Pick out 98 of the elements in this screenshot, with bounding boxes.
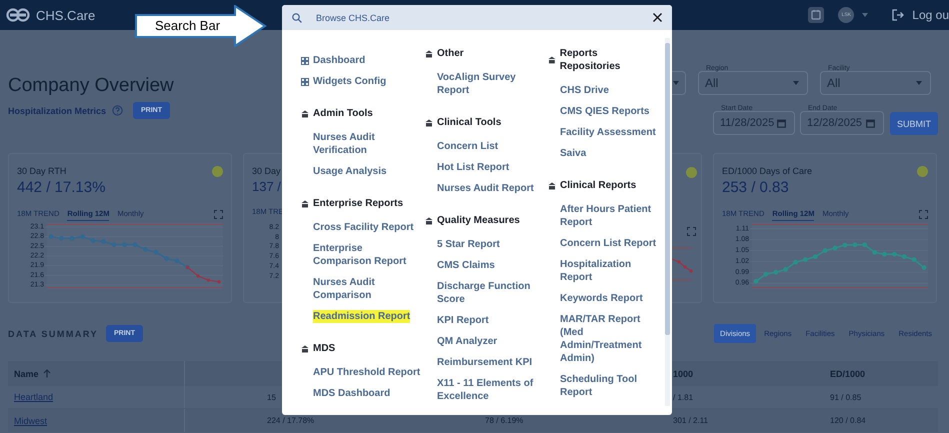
- menu-link[interactable]: Hot List Report: [437, 161, 510, 174]
- menu-heading: Enterprise Reports: [313, 197, 404, 210]
- menu-link[interactable]: Discharge Function Score: [437, 280, 542, 306]
- point: [217, 280, 221, 284]
- menu-link[interactable]: Concern List: [437, 140, 498, 153]
- point: [812, 254, 818, 260]
- card-title: ED/1000 Days of Care: [722, 166, 812, 176]
- table-cell: 78 / 6.19%: [485, 416, 524, 425]
- field-value: All: [827, 76, 842, 90]
- field-value: 12/28/2025: [807, 117, 864, 129]
- point: [892, 252, 897, 257]
- menu-link[interactable]: Hospitalization Report: [560, 258, 658, 284]
- point: [112, 242, 116, 248]
- app-name[interactable]: CHS.Care: [36, 8, 96, 22]
- table-cell: 120 / 0.84: [830, 416, 866, 425]
- menu-heading: MDS: [313, 342, 336, 355]
- card-value: 253 / 0.83: [722, 179, 790, 196]
- field-value: All: [705, 76, 720, 90]
- point: [143, 247, 148, 252]
- point: [902, 254, 907, 260]
- menu-link[interactable]: Reimbursement KPI: [437, 356, 532, 369]
- menu-link[interactable]: VocAlign Survey Report: [437, 71, 542, 97]
- table-cell: / 1.81: [673, 392, 694, 402]
- menu-link[interactable]: Nurses Audit Verification: [313, 131, 422, 157]
- point: [832, 246, 838, 250]
- card-title: 30 Day RTH: [17, 166, 68, 176]
- menu-link[interactable]: Cross Facility Report: [313, 221, 414, 234]
- field-value: 11/28/2025: [720, 117, 776, 129]
- menu-link[interactable]: Saiva: [560, 147, 586, 160]
- point: [132, 242, 138, 248]
- menu-link[interactable]: Scheduling Tool Report: [560, 373, 658, 399]
- card-title: 30 Day: [252, 166, 281, 176]
- submit-button[interactable]: SUBMIT: [890, 112, 938, 135]
- point: [122, 242, 127, 248]
- point: [80, 234, 85, 240]
- point: [90, 238, 96, 243]
- point: [912, 257, 917, 262]
- point: [196, 274, 200, 278]
- table-cell: 15: [267, 392, 276, 402]
- menu-heading: Other: [437, 47, 464, 60]
- menu-heading: Quality Measures: [437, 214, 520, 227]
- menu-link[interactable]: CMS QIES Reports: [560, 105, 650, 118]
- table-cell: 91 / 0.85: [830, 392, 862, 402]
- menu-link[interactable]: Widgets Config: [313, 75, 386, 88]
- point: [754, 278, 758, 284]
- menu-link[interactable]: 5 Star Report: [437, 238, 500, 251]
- card-value: 442 / 17.13%: [17, 179, 106, 196]
- search-bar-callout: Search Bar: [135, 5, 267, 47]
- table-cell: 224 / 17.78%: [267, 416, 314, 425]
- menu-link[interactable]: X11 - 11 Elements of Excellence: [437, 377, 542, 403]
- menu-link[interactable]: Enterprise Comparison Report: [313, 242, 422, 268]
- menu-link[interactable]: Usage Analysis: [313, 165, 387, 178]
- point: [793, 260, 798, 265]
- table-cell: 301 / 2.11: [673, 416, 708, 425]
- logout-link[interactable]: Log ou: [912, 8, 949, 22]
- point: [174, 258, 180, 264]
- search-field[interactable]: Browse CHS.Care: [316, 12, 639, 22]
- point: [763, 272, 768, 277]
- page-title: Company Overview: [8, 74, 174, 98]
- menu-link[interactable]: MAR/TAR Report (Med Admin/Treatment Admin): [560, 313, 658, 365]
- point: [773, 270, 778, 275]
- menu-link[interactable]: Readmission Report: [313, 310, 410, 323]
- point: [862, 242, 868, 248]
- point: [206, 278, 210, 282]
- point: [59, 236, 64, 241]
- menu-link[interactable]: Keywords Report: [560, 292, 643, 305]
- search-bar[interactable]: Browse CHS.Care: [282, 5, 672, 30]
- menu-heading: Admin Tools: [313, 107, 373, 120]
- point: [922, 265, 926, 270]
- menu-link[interactable]: Dashboard: [313, 54, 366, 67]
- menu-link[interactable]: Nurses Audit Comparison: [313, 276, 422, 302]
- point: [882, 252, 887, 257]
- menu-link[interactable]: MDS Dashboard: [313, 387, 390, 400]
- menu-heading: Clinical Tools: [437, 116, 502, 129]
- menu-heading: Reports Repositories: [560, 47, 622, 73]
- menu-link[interactable]: Nurses Audit Report: [437, 182, 534, 195]
- point: [164, 256, 169, 261]
- menu-link[interactable]: QM Analyzer: [437, 335, 498, 348]
- menu-link[interactable]: KPI Report: [437, 314, 489, 327]
- menu-link[interactable]: After Hours Patient Report: [560, 203, 658, 229]
- point: [822, 248, 828, 253]
- menu-link[interactable]: CHS Drive: [560, 84, 609, 97]
- point: [803, 257, 808, 262]
- card-value: 137 /: [252, 179, 281, 194]
- menu-heading: Clinical Reports: [560, 179, 636, 192]
- point: [842, 242, 848, 248]
- point: [852, 242, 858, 248]
- point: [70, 236, 74, 241]
- menu-link[interactable]: Concern List Report: [560, 237, 656, 250]
- point: [872, 250, 877, 255]
- menu-link[interactable]: APU Threshold Report: [313, 366, 420, 379]
- menu-link[interactable]: CMS Claims: [437, 259, 495, 272]
- menu-link[interactable]: Facility Assessment: [560, 126, 656, 139]
- point: [154, 250, 158, 255]
- point: [48, 234, 54, 240]
- point: [783, 267, 788, 272]
- section-subtitle: Hospitalization Metrics: [8, 106, 106, 116]
- point: [101, 239, 106, 244]
